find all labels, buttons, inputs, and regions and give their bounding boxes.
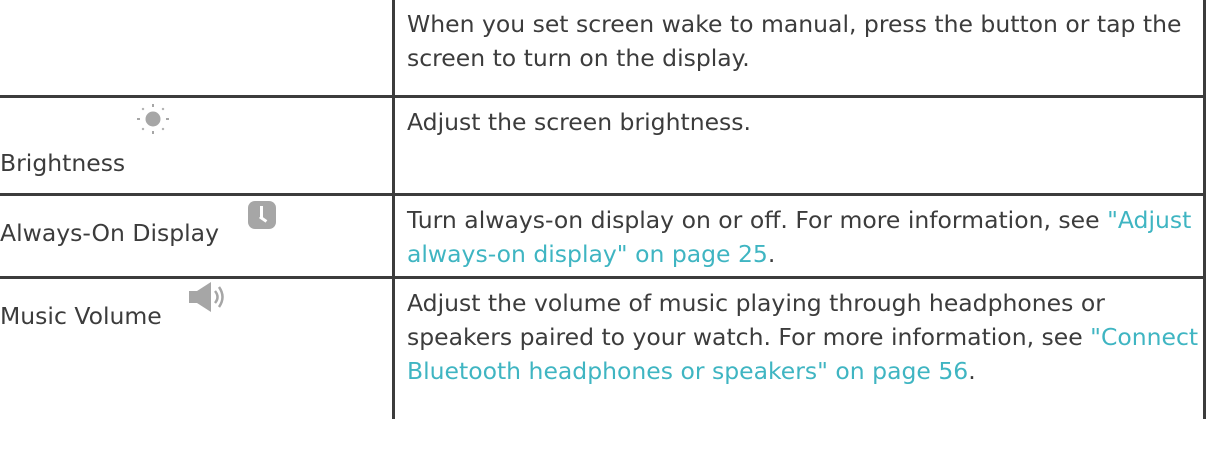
- table-row: Brightness Adjust the screen brightness.: [0, 95, 1206, 196]
- setting-description: Turn always-on display on or off. For mo…: [407, 206, 1108, 234]
- setting-description-cell: When you set screen wake to manual, pres…: [392, 0, 1206, 98]
- sun-icon: [137, 104, 169, 134]
- setting-name-cell: Brightness: [0, 95, 395, 196]
- settings-table: When you set screen wake to manual, pres…: [0, 0, 1206, 419]
- setting-name-cell: Always-On Display: [0, 193, 395, 279]
- setting-name-brightness: Brightness: [0, 149, 126, 177]
- table-row: Music Volume Adjust the volume of music …: [0, 276, 1206, 419]
- setting-description: Adjust the volume of music playing throu…: [407, 289, 1105, 351]
- setting-description: Adjust the screen brightness.: [407, 108, 751, 136]
- setting-description: When you set screen wake to manual, pres…: [407, 10, 1182, 72]
- clock-icon: [248, 201, 276, 229]
- setting-name-music-volume: Music Volume: [0, 302, 162, 330]
- setting-name-always-on-display: Always-On Display: [0, 219, 219, 247]
- setting-description-cell: Turn always-on display on or off. For mo…: [392, 193, 1206, 279]
- setting-name-cell: Music Volume: [0, 276, 395, 419]
- setting-description-cell: Adjust the volume of music playing throu…: [392, 276, 1206, 419]
- table-row: Always-On Display Turn always-on display…: [0, 193, 1206, 279]
- setting-description-cell: Adjust the screen brightness.: [392, 95, 1206, 196]
- table-row: When you set screen wake to manual, pres…: [0, 0, 1206, 98]
- speaker-icon: [189, 282, 224, 312]
- description-suffix: .: [767, 240, 776, 268]
- setting-name-cell: [0, 0, 395, 98]
- description-suffix: .: [968, 357, 976, 385]
